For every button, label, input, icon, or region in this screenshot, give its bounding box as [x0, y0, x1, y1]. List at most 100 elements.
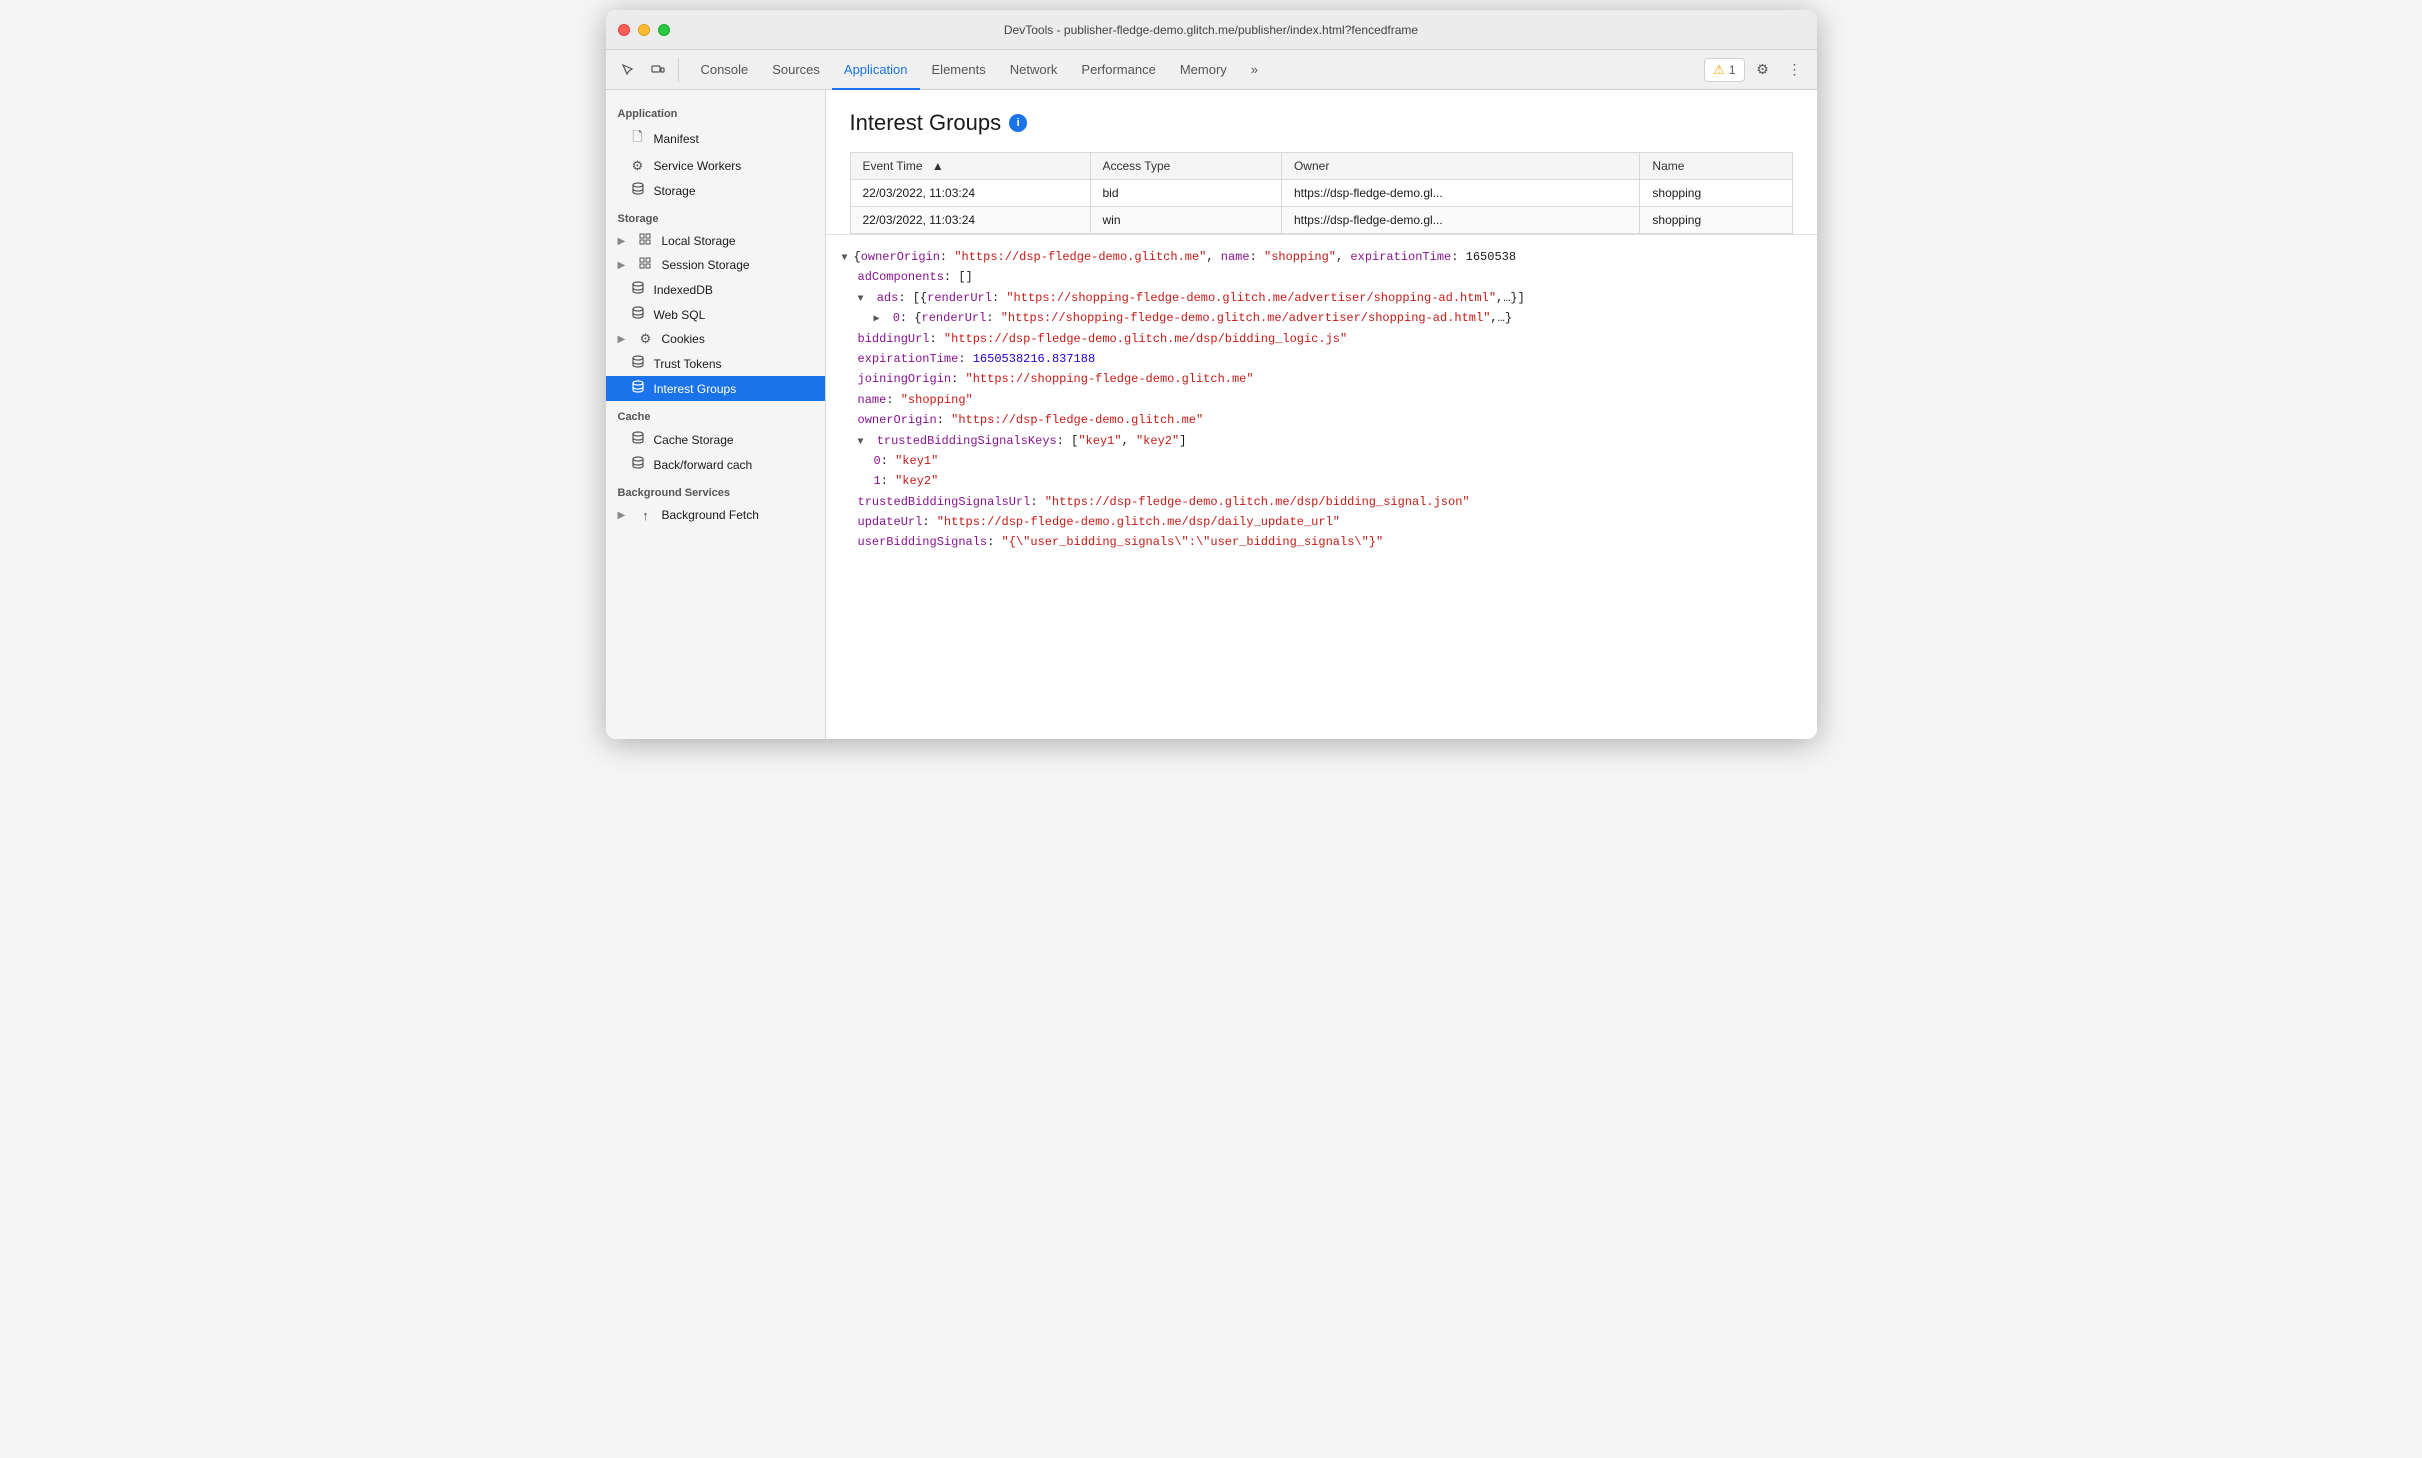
maximize-button[interactable] [658, 24, 670, 36]
sidebar-item-cache-storage[interactable]: Cache Storage [606, 427, 825, 452]
json-line: ownerOrigin: "https://dsp-fledge-demo.gl… [842, 410, 1801, 430]
sidebar-item-label: Manifest [654, 132, 699, 146]
sidebar-item-label: Web SQL [654, 308, 706, 322]
expand-triangle[interactable]: ▼ [842, 250, 852, 267]
sidebar-item-label: Local Storage [662, 234, 736, 248]
cell-owner: https://dsp-fledge-demo.gl... [1281, 180, 1639, 207]
sidebar-item-local-storage[interactable]: ▶ Local Storage [606, 229, 825, 253]
toolbar-right: ⚠ 1 ⚙ ⋮ [1704, 56, 1808, 84]
tab-memory[interactable]: Memory [1168, 51, 1239, 90]
file-icon: 🗋 [630, 128, 646, 150]
sidebar-item-label: Back/forward cach [654, 458, 753, 472]
sidebar-item-storage-app[interactable]: Storage [606, 178, 825, 203]
json-line: ▶ 0: {renderUrl: "https://shopping-fledg… [842, 308, 1801, 328]
grid-icon [638, 233, 654, 249]
interest-groups-section: Interest Groups i Event Time ▲ Access Ty… [826, 90, 1817, 235]
arrow-icon: ▶ [618, 260, 630, 271]
sidebar-item-interest-groups[interactable]: Interest Groups [606, 376, 825, 401]
interest-groups-heading: Interest Groups [850, 110, 1002, 136]
content-area: Interest Groups i Event Time ▲ Access Ty… [826, 90, 1817, 739]
settings-button[interactable]: ⚙ [1749, 56, 1777, 84]
sort-arrow: ▲ [932, 159, 944, 173]
device-toggle-button[interactable] [644, 56, 672, 84]
sidebar-item-manifest[interactable]: 🗋 Manifest [606, 124, 825, 154]
titlebar: DevTools - publisher-fledge-demo.glitch.… [606, 10, 1817, 50]
arrow-icon: ▶ [618, 236, 630, 247]
warning-badge[interactable]: ⚠ 1 [1704, 58, 1744, 82]
sidebar-item-cookies[interactable]: ▶ ⚙ Cookies [606, 327, 825, 351]
interest-groups-table: Event Time ▲ Access Type Owner Name 22/0… [850, 152, 1793, 234]
sidebar-item-label: Cookies [662, 332, 705, 346]
json-line: 0: "key1" [842, 451, 1801, 471]
expand-triangle[interactable]: ▶ [874, 311, 884, 328]
db-icon [630, 431, 646, 448]
tab-network[interactable]: Network [998, 51, 1070, 90]
devtools-window: DevTools - publisher-fledge-demo.glitch.… [606, 10, 1817, 739]
tab-application[interactable]: Application [832, 51, 920, 90]
cell-access-type: bid [1090, 180, 1281, 207]
sidebar-item-trust-tokens[interactable]: Trust Tokens [606, 351, 825, 376]
db-icon [630, 182, 646, 199]
grid-icon [638, 257, 654, 273]
info-icon[interactable]: i [1009, 114, 1027, 132]
more-options-button[interactable]: ⋮ [1781, 56, 1809, 84]
cell-name: shopping [1640, 180, 1792, 207]
db-icon [630, 355, 646, 372]
col-access-type[interactable]: Access Type [1090, 153, 1281, 180]
cell-access-type: win [1090, 207, 1281, 234]
main-content: Application 🗋 Manifest ⚙ Service Workers… [606, 90, 1817, 739]
json-line: adComponents: [] [842, 267, 1801, 287]
json-line: ▼ ads: [{renderUrl: "https://shopping-fl… [842, 288, 1801, 308]
sidebar-item-back-forward-cache[interactable]: Back/forward cach [606, 452, 825, 477]
json-line: updateUrl: "https://dsp-fledge-demo.glit… [842, 512, 1801, 532]
cell-name: shopping [1640, 207, 1792, 234]
toolbar-tabs: Console Sources Application Elements Net… [689, 50, 1271, 89]
table-header-row: Event Time ▲ Access Type Owner Name [850, 153, 1792, 180]
cell-owner: https://dsp-fledge-demo.gl... [1281, 207, 1639, 234]
tab-elements[interactable]: Elements [920, 51, 998, 90]
db-icon [630, 306, 646, 323]
sidebar-item-label: Storage [654, 184, 696, 198]
json-line: name: "shopping" [842, 390, 1801, 410]
col-label: Event Time [863, 159, 923, 173]
sidebar-item-label: Service Workers [654, 159, 742, 173]
json-line: expirationTime: 1650538216.837188 [842, 349, 1801, 369]
cursor-tool-button[interactable] [614, 56, 642, 84]
sidebar-section-cache: Cache [606, 401, 825, 427]
window-title: DevTools - publisher-fledge-demo.glitch.… [1004, 23, 1418, 37]
sidebar-item-web-sql[interactable]: Web SQL [606, 302, 825, 327]
expand-triangle[interactable]: ▼ [858, 291, 868, 308]
tab-console[interactable]: Console [689, 51, 761, 90]
gear-icon: ⚙ [630, 158, 646, 174]
db-icon [630, 456, 646, 473]
tab-sources[interactable]: Sources [760, 51, 832, 90]
sidebar-item-label: Trust Tokens [654, 357, 722, 371]
tab-performance[interactable]: Performance [1069, 51, 1167, 90]
expand-triangle[interactable]: ▼ [858, 434, 868, 451]
json-detail-section[interactable]: ▼{ownerOrigin: "https://dsp-fledge-demo.… [826, 235, 1817, 739]
sidebar-section-application: Application [606, 98, 825, 124]
table-body: 22/03/2022, 11:03:24 bid https://dsp-fle… [850, 180, 1792, 234]
json-line: 1: "key2" [842, 471, 1801, 491]
sidebar-item-label: Session Storage [662, 258, 750, 272]
sidebar-section-storage: Storage [606, 203, 825, 229]
col-owner[interactable]: Owner [1281, 153, 1639, 180]
minimize-button[interactable] [638, 24, 650, 36]
sidebar-item-service-workers[interactable]: ⚙ Service Workers [606, 154, 825, 178]
sidebar-item-background-fetch[interactable]: ▶ ↑ Background Fetch [606, 503, 825, 527]
db-icon [630, 281, 646, 298]
upload-icon: ↑ [638, 508, 654, 523]
col-name[interactable]: Name [1640, 153, 1792, 180]
table-row[interactable]: 22/03/2022, 11:03:24 win https://dsp-fle… [850, 207, 1792, 234]
col-event-time[interactable]: Event Time ▲ [850, 153, 1090, 180]
sidebar: Application 🗋 Manifest ⚙ Service Workers… [606, 90, 826, 739]
sidebar-item-indexeddb[interactable]: IndexedDB [606, 277, 825, 302]
close-button[interactable] [618, 24, 630, 36]
toolbar: Console Sources Application Elements Net… [606, 50, 1817, 90]
traffic-lights [618, 24, 670, 36]
table-row[interactable]: 22/03/2022, 11:03:24 bid https://dsp-fle… [850, 180, 1792, 207]
sidebar-item-session-storage[interactable]: ▶ Session Storage [606, 253, 825, 277]
tab-more[interactable]: » [1239, 51, 1270, 90]
sidebar-section-background: Background Services [606, 477, 825, 503]
sidebar-item-label: Background Fetch [662, 508, 759, 522]
